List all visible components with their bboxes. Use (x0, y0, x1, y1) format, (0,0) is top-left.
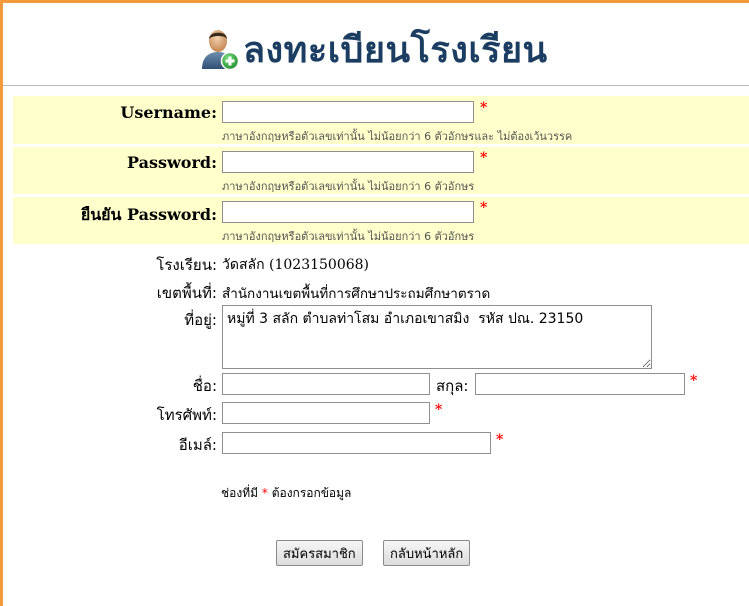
email-label: อีเมล์: (178, 436, 217, 454)
required-note: ช่องที่มี * ต้องกรอกข้อมูล (221, 484, 351, 503)
page-title: ลงทะเบียนโรงเรียน (199, 23, 548, 75)
back-home-button[interactable]: กลับหน้าหลัก (383, 540, 471, 566)
required-note-suffix: ต้องกรอกข้อมูล (271, 486, 352, 500)
password-hint: ภาษาอังกฤษหรือตัวเลขเท่านั้น ไม่น้อยกว่า… (222, 180, 475, 193)
address-row: ที่อยู่: หมู่ที่ 3 สลัก ตำบลท่าโสม อำเภอ… (13, 304, 749, 370)
area-value: สำนักงานเขตพื้นที่การศึกษาประถมศึกษาตราด (222, 286, 491, 302)
username-required-mark: * (480, 100, 488, 116)
address-label: ที่อยู่: (184, 311, 217, 329)
first-name-label: ชื่อ: (192, 377, 217, 395)
confirm-password-input[interactable] (222, 201, 474, 223)
email-input[interactable] (222, 432, 491, 454)
password-label: Password: (127, 153, 217, 172)
phone-input[interactable] (222, 402, 430, 424)
email-required-mark: * (496, 432, 504, 448)
required-note-star: * (261, 486, 268, 500)
school-value: วัดสลัก (1023150068) (222, 257, 369, 273)
area-label: เขตพื้นที่: (156, 284, 217, 302)
email-row: อีเมล์: * (13, 431, 749, 457)
area-row: เขตพื้นที่: สำนักงานเขตพื้นที่การศึกษาปร… (13, 278, 749, 304)
first-name-input[interactable] (222, 373, 430, 395)
password-required-mark: * (480, 150, 488, 166)
required-note-prefix: ช่องที่มี (221, 486, 259, 500)
phone-required-mark: * (435, 402, 443, 418)
username-hint: ภาษาอังกฤษหรือตัวเลขเท่านั้น ไม่น้อยกว่า… (222, 130, 573, 143)
password-input[interactable] (222, 151, 474, 173)
confirm-password-row: ยืนยัน Password: * ภาษาอังกฤษหรือตัวเลขเ… (13, 197, 749, 244)
title-text: ลงทะเบียนโรงเรียน (243, 29, 548, 71)
name-row: ชื่อ: สกุล: * (13, 372, 749, 398)
register-button[interactable]: สมัครสมาชิก (276, 540, 363, 566)
confirm-password-hint: ภาษาอังกฤษหรือตัวเลขเท่านั้น ไม่น้อยกว่า… (222, 230, 475, 243)
password-row: Password: * ภาษาอังกฤษหรือตัวเลขเท่านั้น… (13, 147, 749, 194)
page-header: ลงทะเบียนโรงเรียน (3, 3, 749, 86)
confirm-password-label: ยืนยัน Password: (80, 205, 217, 224)
username-row: Username: * ภาษาอังกฤษหรือตัวเลขเท่านั้น… (13, 96, 749, 144)
confirm-password-required-mark: * (480, 200, 488, 216)
phone-label: โทรศัพท์: (156, 406, 217, 424)
add-user-icon (202, 30, 239, 71)
phone-row: โทรศัพท์: * (13, 401, 749, 427)
name-required-mark: * (690, 373, 698, 389)
address-textarea[interactable]: หมู่ที่ 3 สลัก ตำบลท่าโสม อำเภอเขาสมิง ร… (222, 305, 652, 369)
username-label: Username: (120, 103, 217, 122)
username-input[interactable] (222, 101, 474, 123)
school-label: โรงเรียน: (156, 256, 217, 274)
school-row: โรงเรียน: วัดสลัก (1023150068) (13, 250, 749, 276)
last-name-input[interactable] (475, 373, 685, 395)
last-name-label: สกุล: (436, 377, 469, 395)
